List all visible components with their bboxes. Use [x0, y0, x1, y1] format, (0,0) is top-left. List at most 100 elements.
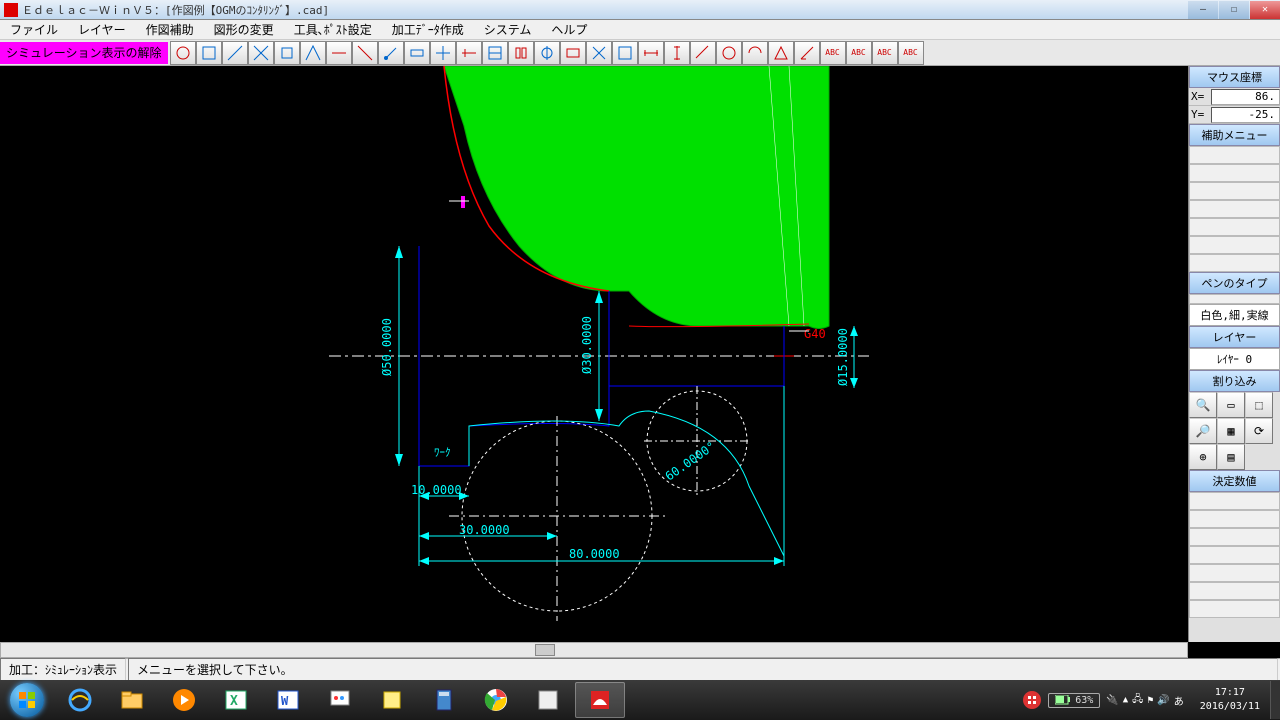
menu-file[interactable]: ファイル: [0, 21, 68, 38]
battery-indicator[interactable]: 63%: [1048, 693, 1100, 708]
start-button[interactable]: [0, 680, 54, 720]
tool-3[interactable]: [248, 41, 274, 65]
decision-slot[interactable]: [1189, 492, 1280, 510]
volume-icon[interactable]: 🔊: [1157, 695, 1169, 706]
taskbar-wmp-icon[interactable]: [159, 682, 209, 718]
power-icon[interactable]: 🔌: [1106, 695, 1118, 706]
maximize-button[interactable]: ☐: [1219, 1, 1249, 19]
taskbar-calc-icon[interactable]: [419, 682, 469, 718]
zoom-area-icon[interactable]: ▭: [1217, 392, 1245, 418]
cad-canvas[interactable]: G40 Ø50.0000 Ø30.0000: [0, 66, 1188, 642]
tool-16[interactable]: [586, 41, 612, 65]
decision-slot[interactable]: [1189, 546, 1280, 564]
simulation-label[interactable]: シミュレーション表示の解除: [0, 42, 168, 64]
tool-circle[interactable]: [170, 41, 196, 65]
tool-10[interactable]: [430, 41, 456, 65]
tool-11[interactable]: [456, 41, 482, 65]
pen-slot[interactable]: [1189, 294, 1280, 304]
tool-abc2[interactable]: ABC: [846, 41, 872, 65]
x-value: 86.: [1211, 89, 1280, 105]
tool-2[interactable]: [222, 41, 248, 65]
aux-slot[interactable]: [1189, 200, 1280, 218]
tool-17[interactable]: [612, 41, 638, 65]
tool-20[interactable]: [742, 41, 768, 65]
taskbar-ie-icon[interactable]: [55, 682, 105, 718]
layer-value[interactable]: ﾚｲﾔｰ 0: [1189, 348, 1280, 370]
tool-abc3[interactable]: ABC: [872, 41, 898, 65]
menu-shape-edit[interactable]: 図形の変更: [204, 21, 284, 38]
y-label: Y=: [1189, 108, 1211, 121]
menu-draw-aid[interactable]: 作図補助: [136, 21, 204, 38]
grid-icon[interactable]: ▤: [1217, 444, 1245, 470]
taskbar-excel-icon[interactable]: X: [211, 682, 261, 718]
horizontal-scrollbar[interactable]: [0, 642, 1188, 658]
pan-icon[interactable]: ▦: [1217, 418, 1245, 444]
aux-slot[interactable]: [1189, 218, 1280, 236]
svg-text:W: W: [281, 694, 289, 708]
ime-icon[interactable]: あ: [1174, 693, 1184, 708]
tool-14[interactable]: [534, 41, 560, 65]
aux-slot[interactable]: [1189, 182, 1280, 200]
tool-19[interactable]: [716, 41, 742, 65]
aux-slot[interactable]: [1189, 236, 1280, 254]
taskbar-app1-icon[interactable]: [523, 682, 573, 718]
redraw-icon[interactable]: ⟳: [1245, 418, 1273, 444]
tool-15[interactable]: [560, 41, 586, 65]
menu-help[interactable]: ヘルプ: [541, 21, 597, 38]
aux-slot[interactable]: [1189, 164, 1280, 182]
tray-app-icon[interactable]: [1017, 682, 1047, 718]
close-button[interactable]: ✕: [1250, 1, 1280, 19]
zoom-fit-icon[interactable]: ⬚: [1245, 392, 1273, 418]
decision-slot[interactable]: [1189, 582, 1280, 600]
taskbar-explorer-icon[interactable]: [107, 682, 157, 718]
menu-tool-post[interactable]: 工具､ﾎﾟｽﾄ設定: [284, 21, 382, 38]
tool-12[interactable]: [482, 41, 508, 65]
pen-type-header: ペンのタイプ: [1189, 272, 1280, 294]
tool-dim-v[interactable]: [664, 41, 690, 65]
system-tray[interactable]: 🔌 ▲ 🖧 ⚑ 🔊 あ: [1100, 692, 1190, 709]
right-panel: マウス座標 X= 86. Y= -25. 補助メニュー ペンのタイプ 白色,細,…: [1188, 66, 1280, 642]
tool-abc4[interactable]: ABC: [898, 41, 924, 65]
tool-5[interactable]: [300, 41, 326, 65]
show-desktop-button[interactable]: [1270, 681, 1280, 719]
taskbar-edelac-icon[interactable]: [575, 682, 625, 718]
decision-slot[interactable]: [1189, 600, 1280, 618]
interrupt-icons: 🔍 ▭ ⬚ 🔎 ▦ ⟳ ⊕ ▤: [1189, 392, 1280, 470]
zoom-plus-icon[interactable]: ⊕: [1189, 444, 1217, 470]
zoom-in-icon[interactable]: 🔍: [1189, 392, 1217, 418]
tool-4[interactable]: [274, 41, 300, 65]
menu-nc-create[interactable]: 加工ﾃﾞｰﾀ作成: [382, 21, 474, 38]
pen-value[interactable]: 白色,細,実線: [1189, 304, 1280, 326]
taskbar-sticky-icon[interactable]: [367, 682, 417, 718]
toolbar: シミュレーション表示の解除 ABC ABC ABC ABC: [0, 40, 1280, 66]
tool-dim-h[interactable]: [638, 41, 664, 65]
taskbar-word-icon[interactable]: W: [263, 682, 313, 718]
decision-slot[interactable]: [1189, 564, 1280, 582]
taskbar-clock[interactable]: 17:17 2016/03/11: [1190, 686, 1270, 714]
status-right: メニューを選択して下さい。: [128, 658, 1278, 681]
tool-18[interactable]: [690, 41, 716, 65]
network-icon[interactable]: 🖧: [1132, 692, 1143, 709]
tool-22[interactable]: [794, 41, 820, 65]
minimize-button[interactable]: —: [1188, 1, 1218, 19]
tool-1[interactable]: [196, 41, 222, 65]
tool-abc1[interactable]: ABC: [820, 41, 846, 65]
tool-6[interactable]: [326, 41, 352, 65]
tool-8[interactable]: [378, 41, 404, 65]
tool-13[interactable]: [508, 41, 534, 65]
zoom-out-icon[interactable]: 🔎: [1189, 418, 1217, 444]
tray-up-icon[interactable]: ▲: [1123, 695, 1128, 705]
tool-21[interactable]: [768, 41, 794, 65]
tool-7[interactable]: [352, 41, 378, 65]
action-icon[interactable]: ⚑: [1147, 695, 1153, 706]
aux-slot[interactable]: [1189, 146, 1280, 164]
taskbar-chrome-icon[interactable]: [471, 682, 521, 718]
menu-layer[interactable]: レイヤー: [68, 21, 136, 38]
taskbar-paint-icon[interactable]: [315, 682, 365, 718]
aux-slot[interactable]: [1189, 254, 1280, 272]
tool-9[interactable]: [404, 41, 430, 65]
menu-system[interactable]: システム: [474, 21, 542, 38]
decision-slot[interactable]: [1189, 510, 1280, 528]
decision-slot[interactable]: [1189, 528, 1280, 546]
titlebar: Ｅｄｅｌａｃ－ＷｉｎＶ５：[作図例【OGMのｺﾝﾀﾘﾝｸﾞ】.cad] — ☐ …: [0, 0, 1280, 20]
